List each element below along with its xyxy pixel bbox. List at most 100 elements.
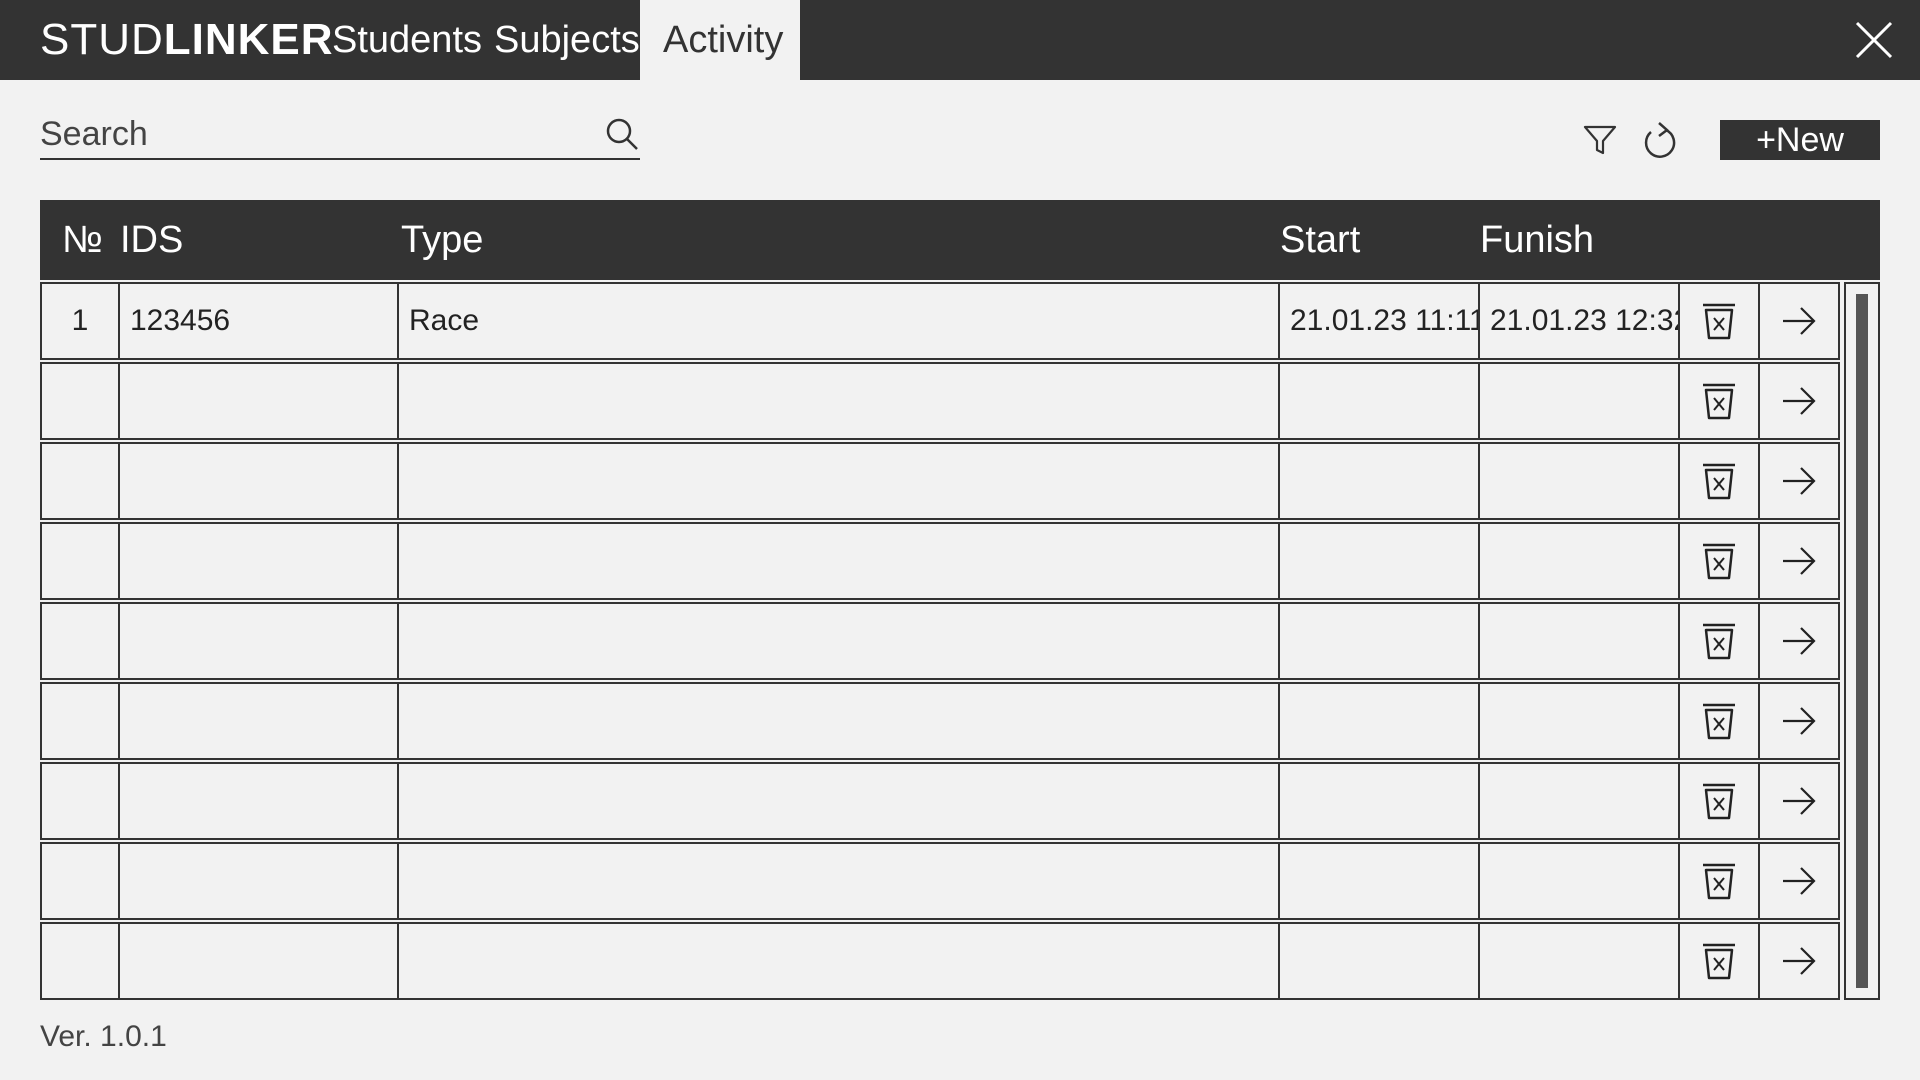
open-button[interactable]: [1758, 362, 1840, 440]
refresh-icon[interactable]: [1642, 120, 1680, 162]
delete-button[interactable]: [1678, 762, 1760, 840]
open-button[interactable]: [1758, 842, 1840, 920]
delete-button[interactable]: [1678, 602, 1760, 680]
table-row[interactable]: [40, 762, 1842, 840]
top-bar: STUDLINKER Students Subjects Activity: [0, 0, 1920, 80]
table-header: № IDS Type Start Funish: [40, 200, 1880, 280]
cell-num: [40, 442, 120, 520]
cell-start: [1278, 842, 1480, 920]
arrow-right-icon: [1783, 307, 1816, 335]
cell-start: [1278, 362, 1480, 440]
open-button[interactable]: [1758, 682, 1840, 760]
cell-num: [40, 362, 120, 440]
cell-start: [1278, 762, 1480, 840]
trash-x-icon: [1703, 623, 1735, 660]
table-row[interactable]: [40, 522, 1842, 600]
arrow-right-icon: [1783, 947, 1816, 975]
tab-students[interactable]: Students: [332, 0, 482, 80]
cell-type: [397, 842, 1280, 920]
cell-finish: [1478, 362, 1680, 440]
logo-bold-text: LINKER: [163, 15, 334, 64]
open-button[interactable]: [1758, 602, 1840, 680]
cell-num: [40, 842, 120, 920]
filter-icon[interactable]: [1582, 122, 1618, 158]
logo-light-text: STUD: [40, 15, 164, 64]
header-finish: Funish: [1480, 219, 1595, 261]
search-input[interactable]: [40, 112, 580, 156]
close-button[interactable]: [1854, 20, 1894, 60]
trash-x-icon: [1703, 863, 1735, 900]
table-row[interactable]: [40, 922, 1842, 1000]
cell-type: [397, 522, 1280, 600]
table-row[interactable]: [40, 362, 1842, 440]
cell-num: [40, 682, 120, 760]
cell-start: [1278, 522, 1480, 600]
table-row[interactable]: [40, 842, 1842, 920]
cell-finish: [1478, 842, 1680, 920]
trash-x-icon: [1703, 463, 1735, 500]
cell-finish: 21.01.23 12:32: [1478, 282, 1680, 360]
app-logo: STUDLINKER: [40, 0, 334, 80]
header-ids: IDS: [120, 219, 184, 261]
trash-x-icon: [1703, 383, 1735, 420]
table-row[interactable]: [40, 682, 1842, 760]
cell-type: [397, 602, 1280, 680]
open-button[interactable]: [1758, 762, 1840, 840]
tab-subjects[interactable]: Subjects: [494, 0, 640, 80]
delete-button[interactable]: [1678, 682, 1760, 760]
trash-x-icon: [1703, 943, 1735, 980]
close-icon: [1855, 21, 1893, 59]
cell-type: Race: [397, 282, 1280, 360]
delete-button[interactable]: [1678, 362, 1760, 440]
delete-button[interactable]: [1678, 282, 1760, 360]
cell-finish: [1478, 922, 1680, 1000]
table-row[interactable]: [40, 442, 1842, 520]
search-bar: [40, 112, 640, 160]
delete-button[interactable]: [1678, 442, 1760, 520]
open-button[interactable]: [1758, 282, 1840, 360]
cell-start: [1278, 682, 1480, 760]
open-button[interactable]: [1758, 922, 1840, 1000]
cell-num: [40, 922, 120, 1000]
delete-button[interactable]: [1678, 842, 1760, 920]
search-icon[interactable]: [604, 116, 640, 152]
cell-ids: [118, 602, 399, 680]
table-row[interactable]: 1 123456 Race 21.01.23 11:11 21.01.23 12…: [40, 282, 1842, 360]
cell-start: [1278, 442, 1480, 520]
version-label: Ver. 1.0.1: [40, 1020, 167, 1053]
cell-type: [397, 922, 1280, 1000]
table-scrollbar[interactable]: [1844, 282, 1880, 1000]
cell-ids: [118, 522, 399, 600]
arrow-right-icon: [1783, 787, 1816, 815]
table-body: 1 123456 Race 21.01.23 11:11 21.01.23 12…: [40, 282, 1842, 1002]
cell-num: [40, 762, 120, 840]
cell-num: [40, 522, 120, 600]
cell-finish: [1478, 682, 1680, 760]
open-button[interactable]: [1758, 442, 1840, 520]
cell-num: [40, 602, 120, 680]
cell-ids: [118, 682, 399, 760]
cell-type: [397, 362, 1280, 440]
cell-ids: [118, 442, 399, 520]
arrow-right-icon: [1783, 707, 1816, 735]
tab-activity[interactable]: Activity: [640, 0, 800, 80]
open-button[interactable]: [1758, 522, 1840, 600]
cell-finish: [1478, 762, 1680, 840]
trash-x-icon: [1703, 303, 1735, 340]
cell-start: [1278, 922, 1480, 1000]
header-start: Start: [1280, 219, 1361, 261]
header-num: №: [62, 219, 103, 261]
trash-x-icon: [1703, 783, 1735, 820]
cell-ids: [118, 922, 399, 1000]
table-row[interactable]: [40, 602, 1842, 680]
cell-type: [397, 442, 1280, 520]
delete-button[interactable]: [1678, 522, 1760, 600]
new-button[interactable]: +New: [1720, 120, 1880, 160]
cell-num: 1: [40, 282, 120, 360]
header-type: Type: [401, 219, 484, 261]
arrow-right-icon: [1783, 387, 1816, 415]
delete-button[interactable]: [1678, 922, 1760, 1000]
cell-start: 21.01.23 11:11: [1278, 282, 1480, 360]
cell-finish: [1478, 602, 1680, 680]
scrollbar-thumb[interactable]: [1856, 294, 1868, 988]
